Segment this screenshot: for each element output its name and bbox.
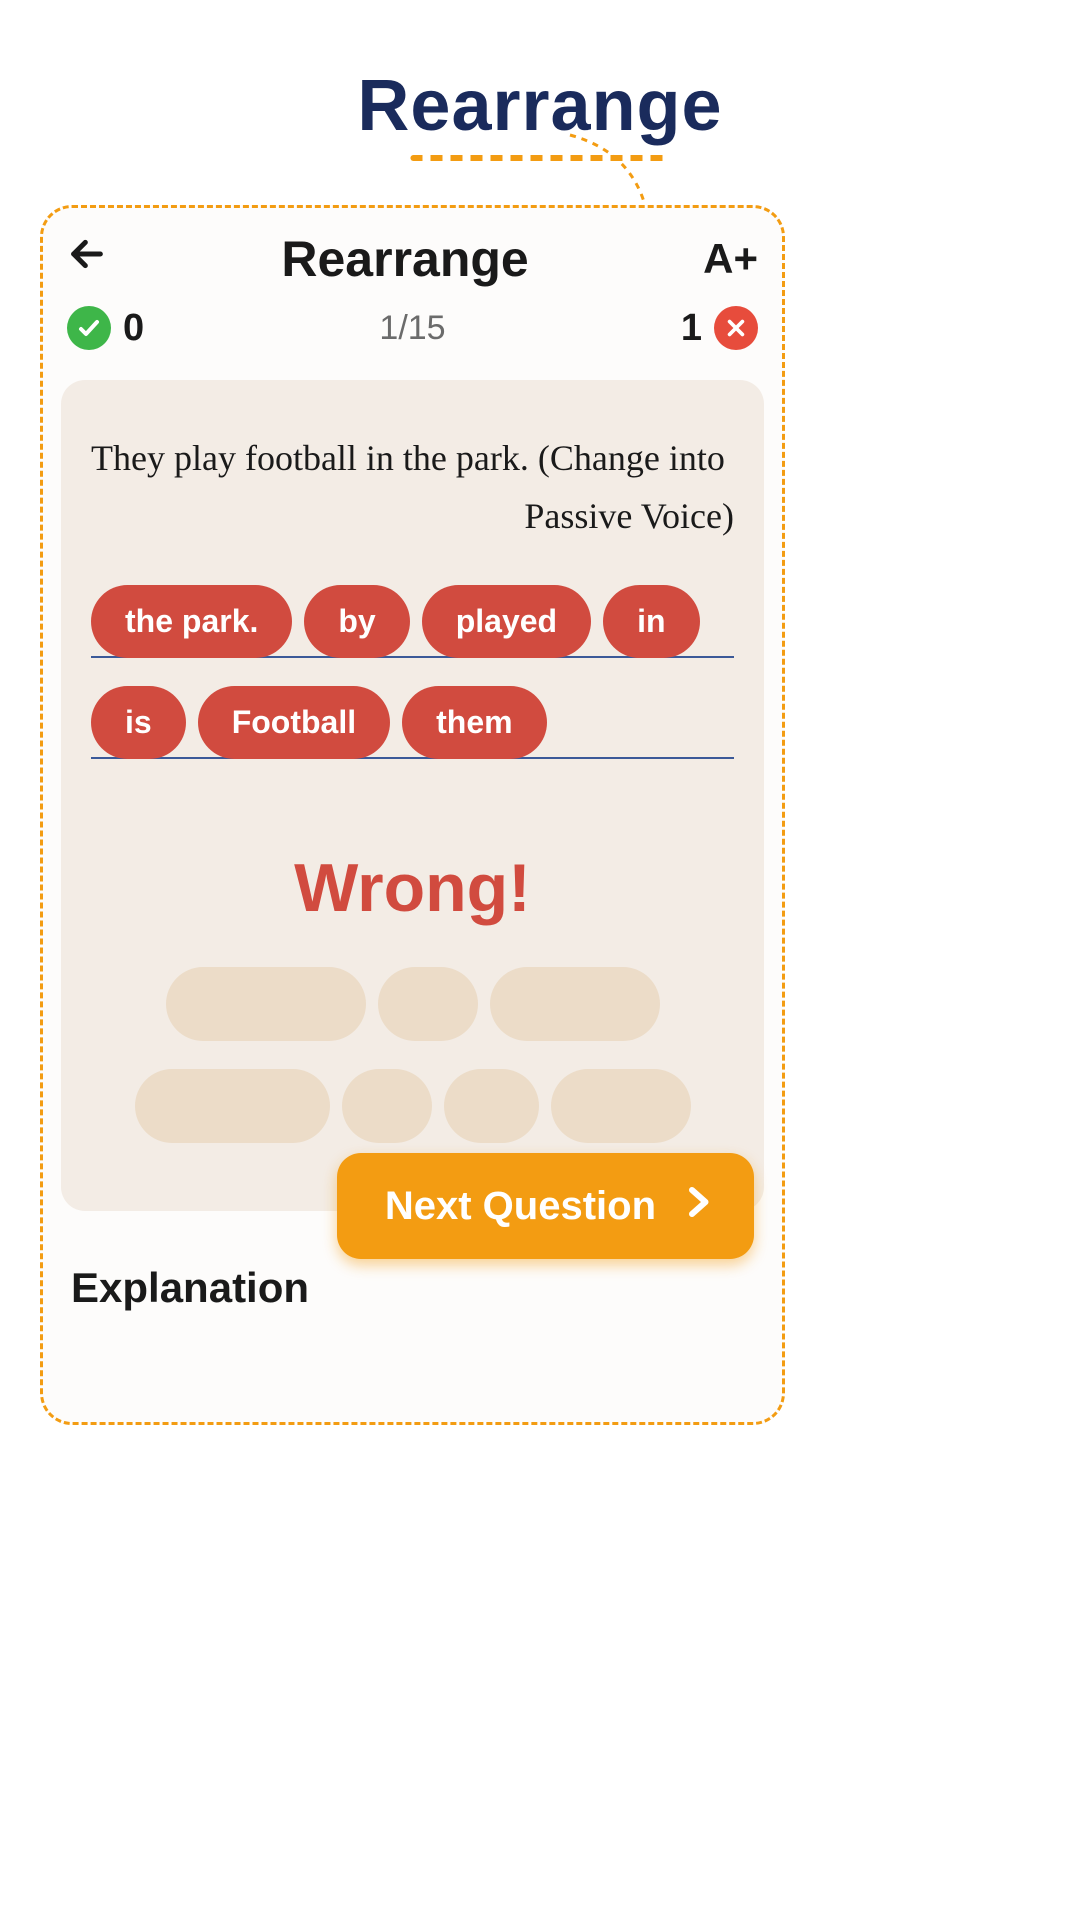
quiz-card: Rearrange A+ 0 1/15 1 They play footba	[40, 205, 785, 1425]
progress-indicator: 1/15	[379, 309, 445, 348]
result-text: Wrong!	[91, 849, 734, 927]
wrong-count: 1	[681, 307, 702, 350]
page-title-wrapper: Rearrange	[357, 65, 722, 161]
x-icon	[714, 306, 758, 350]
question-line2: Passive Voice)	[91, 488, 734, 546]
question-panel: They play football in the park. (Change …	[61, 380, 764, 1211]
check-icon	[67, 306, 111, 350]
title-underline	[410, 155, 670, 161]
correct-count: 0	[123, 307, 144, 350]
correct-score: 0	[67, 306, 144, 350]
explanation-label[interactable]: Explanation	[71, 1264, 309, 1312]
empty-slot	[378, 967, 478, 1041]
placeholder-row-2	[111, 1069, 714, 1143]
card-heading: Rearrange	[281, 230, 528, 288]
placeholder-row-1	[111, 967, 714, 1041]
question-line1: They play football in the park. (Change …	[91, 438, 725, 478]
empty-slot	[444, 1069, 539, 1143]
chevron-right-icon	[680, 1181, 716, 1231]
word-bank	[91, 967, 734, 1143]
empty-slot	[166, 967, 366, 1041]
word-chip[interactable]: by	[304, 585, 409, 658]
word-chip[interactable]: played	[422, 585, 591, 658]
back-icon[interactable]	[67, 234, 107, 285]
word-chip[interactable]: in	[603, 585, 699, 658]
word-chip[interactable]: is	[91, 686, 186, 759]
chip-row-2: is Football them	[91, 686, 734, 759]
question-text: They play football in the park. (Change …	[91, 430, 734, 545]
page-title: Rearrange	[357, 65, 722, 147]
word-chip[interactable]: Football	[198, 686, 390, 759]
card-header: Rearrange A+	[43, 208, 782, 288]
word-chip[interactable]: them	[402, 686, 546, 759]
chip-row-1: the park. by played in	[91, 585, 734, 658]
empty-slot	[342, 1069, 432, 1143]
empty-slot	[551, 1069, 691, 1143]
word-chip[interactable]: the park.	[91, 585, 292, 658]
next-question-button[interactable]: Next Question	[337, 1153, 754, 1259]
empty-slot	[490, 967, 660, 1041]
answer-chip-area: the park. by played in is Football them	[91, 585, 734, 759]
wrong-score: 1	[681, 306, 758, 350]
next-button-label: Next Question	[385, 1184, 656, 1229]
font-size-button[interactable]: A+	[703, 235, 758, 283]
empty-slot	[135, 1069, 330, 1143]
score-row: 0 1/15 1	[43, 288, 782, 350]
